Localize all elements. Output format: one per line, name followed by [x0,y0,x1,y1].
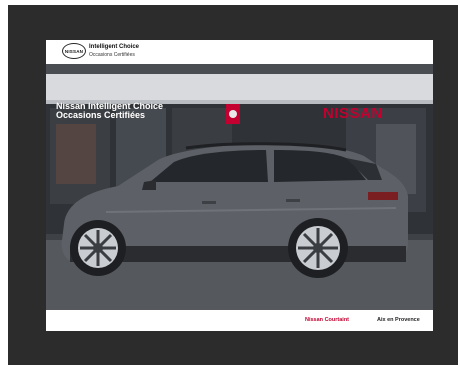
brand-subtitle: Occasions Certifiées [89,52,135,58]
dealer-name: Nissan Courtaint [305,317,350,323]
dealer-city: Aix en Provence [377,317,420,323]
car-photo: Nissan Intelligent Choice Occasions Cert… [46,64,433,310]
listing-photo-card: NISSAN Intelligent Choice Occasions Cert… [46,40,433,331]
dealer-footer: Nissan Courtaint Aix en Provence [46,310,433,331]
dealership-sign-left: Nissan Intelligent Choice Occasions Cert… [56,102,163,120]
logo-text: NISSAN [64,48,84,54]
sign-line-2: Occasions Certifiées [56,110,146,120]
brand-title: Intelligent Choice [89,44,140,50]
dealership-sign-right: NISSAN [323,105,383,122]
nissan-logo-icon: NISSAN [62,43,86,59]
brand-header: NISSAN Intelligent Choice Occasions Cert… [46,40,433,64]
